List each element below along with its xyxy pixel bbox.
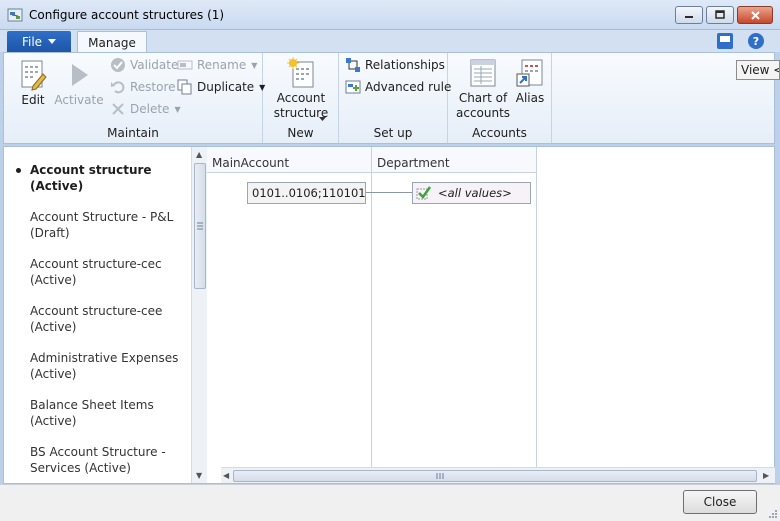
footer: Close (0, 484, 780, 521)
minimize-button[interactable] (675, 6, 703, 24)
segment-grid: MainAccount Department 0101..0106;110101… (207, 147, 775, 483)
close-button[interactable]: Close (683, 490, 757, 514)
group-setup: Relationships Advanced rule Set up (339, 53, 451, 143)
scroll-up-icon[interactable]: ▲ (196, 150, 202, 159)
alias-label: Alias (515, 91, 545, 105)
duplicate-label: Duplicate (197, 80, 255, 94)
check-circle-icon (111, 58, 125, 72)
window-title: Configure account structures (1) (29, 8, 225, 22)
group-new: Account structure New (263, 53, 339, 143)
chart-of-accounts-icon (470, 59, 496, 87)
validate-button[interactable]: Validate (110, 56, 178, 74)
delete-button[interactable]: Delete ▼ (110, 100, 181, 118)
list-item[interactable]: Account structure-cec (Active) (30, 256, 180, 288)
vertical-scrollbar[interactable]: ▲ ▼ (191, 147, 207, 483)
group-maintain: Edit Activate Validate Restore Delete ▼ R… (4, 53, 265, 143)
activate-button[interactable]: Activate (54, 59, 104, 108)
tab-manage[interactable]: Manage (77, 31, 147, 53)
group-label-maintain: Maintain (107, 126, 159, 140)
horizontal-scroll-thumb[interactable] (233, 470, 757, 482)
rename-icon (177, 60, 193, 70)
close-window-button[interactable] (737, 6, 773, 24)
rename-label: Rename (197, 58, 247, 72)
edit-button[interactable]: Edit (15, 59, 51, 108)
ribbon-tab-row: File Manage ? (0, 30, 780, 53)
restore-button[interactable]: Restore (110, 78, 176, 96)
column-department (372, 173, 537, 467)
undo-icon (111, 81, 125, 94)
close-icon (750, 10, 760, 20)
tab-manage-label: Manage (88, 35, 136, 50)
main-content: Account structure (Active) Account Struc… (3, 146, 775, 484)
svg-text:?: ? (753, 35, 759, 48)
group-label-new: New (287, 126, 314, 140)
view-pane-icon[interactable] (716, 32, 734, 50)
duplicate-button[interactable]: Duplicate ▼ (177, 78, 265, 96)
relationships-button[interactable]: Relationships (345, 56, 445, 74)
list-item[interactable]: BS Account Structure - Services (Active) (30, 444, 180, 476)
ribbon: Edit Activate Validate Restore Delete ▼ R… (3, 52, 775, 144)
scroll-down-icon[interactable]: ▼ (196, 471, 202, 480)
advanced-rule-icon (345, 80, 361, 94)
resize-grip-icon[interactable] (768, 509, 778, 519)
list-item[interactable]: Account structure-cee (Active) (30, 303, 180, 335)
duplicate-icon (177, 79, 192, 95)
tooltip: View < (736, 60, 780, 80)
validate-label: Validate (130, 58, 179, 72)
activate-label: Activate (54, 93, 104, 107)
list-item[interactable]: Account Structure - P&L (Draft) (30, 209, 180, 241)
minimize-icon (685, 16, 693, 18)
grip-icon (197, 222, 203, 230)
maximize-icon (715, 10, 725, 19)
column-header-department[interactable]: Department (372, 147, 537, 173)
help-icon[interactable]: ? (747, 32, 765, 50)
column-mainaccount (207, 173, 372, 467)
tab-file[interactable]: File (7, 31, 71, 52)
list-item[interactable]: Account structure (Active) (30, 162, 180, 194)
selected-bullet-icon (16, 168, 21, 173)
structure-list: Account structure (Active) Account Struc… (4, 147, 190, 483)
alias-button[interactable]: Alias (512, 57, 548, 106)
relationships-icon (346, 58, 360, 72)
delete-icon (112, 103, 124, 115)
new-document-icon (287, 57, 314, 88)
list-item[interactable]: Balance Sheet Items (Active) (30, 397, 180, 429)
edit-label: Edit (21, 93, 45, 107)
group-label-accounts: Accounts (472, 126, 527, 140)
scroll-right-icon[interactable]: ▶ (763, 471, 769, 480)
department-cell[interactable]: <all values> (412, 182, 531, 204)
restore-label: Restore (130, 80, 176, 94)
chevron-down-icon (319, 117, 326, 121)
edit-icon (21, 60, 47, 91)
horizontal-scrollbar[interactable]: ◀ ▶ (221, 467, 775, 483)
chart-of-accounts-button[interactable]: Chart of accounts (456, 57, 510, 121)
advanced-rule-label: Advanced rule (365, 80, 452, 94)
department-value: <all values> (438, 186, 512, 200)
advanced-rule-button[interactable]: Advanced rule (345, 78, 451, 96)
mainaccount-cell[interactable]: 0101..0106;110101..3 (247, 182, 366, 204)
group-accounts: Chart of accounts Alias Accounts (448, 53, 552, 143)
chart-of-accounts-label: Chart of accounts (456, 91, 511, 120)
check-icon (416, 186, 432, 200)
vertical-scroll-thumb[interactable] (194, 163, 206, 289)
play-icon (72, 64, 88, 86)
alias-icon (516, 59, 543, 87)
column-header-mainaccount[interactable]: MainAccount (207, 147, 372, 173)
tab-file-label: File (21, 34, 43, 49)
scroll-left-icon[interactable]: ◀ (223, 471, 229, 480)
list-item[interactable]: Administrative Expenses (Active) (30, 350, 180, 382)
connector-line (366, 192, 412, 193)
title-bar: Configure account structures (1) (0, 0, 780, 30)
maximize-button[interactable] (706, 6, 734, 24)
account-structure-button[interactable]: Account structure (267, 57, 335, 121)
app-icon (7, 8, 23, 22)
relationships-label: Relationships (365, 58, 445, 72)
chevron-down-icon (48, 39, 57, 44)
grip-icon (436, 473, 444, 479)
delete-label: Delete (130, 102, 170, 116)
rename-button[interactable]: Rename ▼ (177, 56, 257, 74)
group-label-setup: Set up (373, 126, 413, 140)
